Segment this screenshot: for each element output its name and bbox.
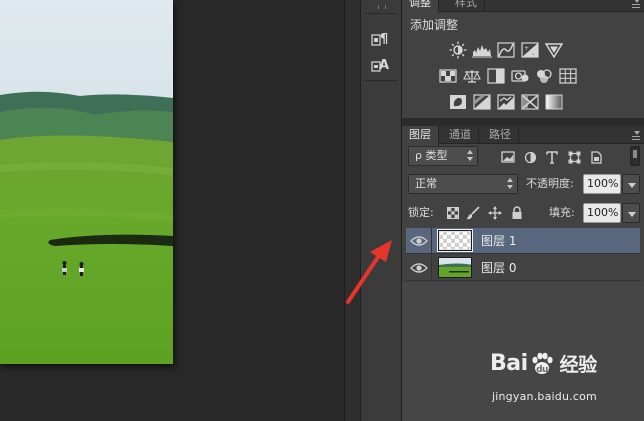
lock-all-icon[interactable] — [510, 206, 524, 220]
landscape-photo — [0, 0, 173, 364]
gradient-map-icon[interactable] — [544, 92, 564, 112]
svg-text:A: A — [379, 58, 389, 73]
fill-dropdown-button[interactable] — [622, 203, 640, 223]
fill-input[interactable]: 100% — [583, 203, 621, 223]
collapsed-panel-strip: ¶ A — [360, 0, 402, 421]
layer-row-layer-0[interactable]: 图层 0 — [406, 255, 640, 281]
opacity-input[interactable]: 100% — [583, 174, 621, 194]
opacity-label: 不透明度: — [526, 177, 574, 190]
levels-icon[interactable] — [472, 40, 492, 60]
layers-panel-menu-icon[interactable] — [628, 130, 640, 140]
filter-toggle-switch[interactable] — [630, 146, 640, 166]
panel-divider — [402, 118, 644, 126]
lock-transparent-pixels-icon[interactable] — [446, 206, 460, 220]
baidu-jingyan-watermark: Bai du 经验 jingyan.baidu.com — [490, 350, 642, 410]
paragraph-panel-icon[interactable]: ¶ — [369, 28, 393, 50]
selective-color-icon[interactable] — [520, 92, 540, 112]
strip-grip-handle[interactable] — [365, 3, 397, 14]
svg-text:du: du — [536, 365, 548, 375]
color-lookup-icon[interactable] — [558, 66, 578, 86]
lock-label: 锁定: — [408, 206, 434, 219]
visibility-eye-icon[interactable] — [410, 261, 428, 275]
tab-styles[interactable]: 样式 — [448, 0, 485, 12]
adjustment-icons-row-2 — [438, 66, 578, 86]
adjustment-icons-row-1: + - — [448, 40, 564, 60]
search-icon: ρ — [415, 149, 422, 162]
threshold-icon[interactable] — [496, 92, 516, 112]
invert-icon[interactable] — [448, 92, 468, 112]
fill-label: 填充: — [549, 206, 575, 219]
filter-kind-label: 类型 — [425, 149, 448, 162]
brightness-contrast-icon[interactable] — [448, 40, 468, 60]
tab-channels[interactable]: 通道 — [442, 126, 479, 144]
red-annotation-arrow-icon — [346, 240, 392, 304]
opacity-dropdown-button[interactable] — [622, 174, 640, 194]
blend-opacity-row: 正常 不透明度: 100% — [406, 174, 640, 196]
visibility-eye-icon[interactable] — [410, 234, 428, 248]
layer-filter-row: ρ 类型 — [406, 146, 640, 168]
pixel-layer-filter-icon[interactable] — [500, 149, 516, 165]
logo-text-bai: Bai — [490, 351, 528, 376]
updown-arrows-icon — [507, 178, 513, 190]
hue-saturation-icon[interactable] — [438, 66, 458, 86]
photo-filter-icon[interactable] — [510, 66, 530, 86]
blend-mode-value: 正常 — [415, 177, 437, 190]
layer-thumbnail-landscape — [438, 257, 472, 278]
svg-text:-: - — [532, 51, 534, 58]
strip-divider — [365, 80, 397, 81]
posterize-icon[interactable] — [472, 92, 492, 112]
layer-thumbnail-transparent — [437, 229, 473, 252]
layer-row-layer-1[interactable]: 图层 1 — [406, 228, 640, 254]
adjustment-layer-filter-icon[interactable] — [522, 149, 538, 165]
color-balance-icon[interactable] — [462, 66, 482, 86]
lock-position-icon[interactable] — [488, 206, 502, 220]
updown-arrows-icon — [467, 150, 473, 162]
exposure-icon[interactable]: + - — [520, 40, 540, 60]
canvas-scroll-gutter — [344, 0, 360, 421]
baidu-logo: Bai du 经验 — [490, 350, 597, 377]
svg-text:+: + — [524, 45, 529, 52]
row-divider — [431, 255, 432, 281]
shape-layer-filter-icon[interactable] — [566, 149, 582, 165]
channel-mixer-icon[interactable] — [534, 66, 554, 86]
curves-icon[interactable] — [496, 40, 516, 60]
tab-layers[interactable]: 图层 — [402, 126, 439, 145]
adjustments-tabbar: 调整 样式 — [402, 0, 644, 13]
watermark-url: jingyan.baidu.com — [492, 390, 597, 403]
filter-kind-select[interactable]: ρ 类型 — [408, 146, 478, 166]
layers-tabbar: 图层 通道 路径 — [402, 126, 644, 145]
character-panel-icon[interactable]: A — [369, 54, 393, 76]
adjustments-panel-menu-icon[interactable] — [628, 0, 640, 8]
black-white-icon[interactable] — [486, 66, 506, 86]
baidu-paw-icon: du — [532, 352, 553, 375]
layer-name[interactable]: 图层 0 — [481, 255, 516, 281]
lock-fill-row: 锁定: 填充: 100% — [406, 203, 640, 225]
smart-object-filter-icon[interactable] — [588, 149, 604, 165]
adjustment-icons-row-3 — [448, 92, 564, 112]
lock-image-pixels-icon[interactable] — [466, 206, 480, 220]
tab-adjustments[interactable]: 调整 — [402, 0, 439, 13]
tab-paths[interactable]: 路径 — [482, 126, 519, 144]
blend-mode-select[interactable]: 正常 — [408, 174, 518, 194]
logo-text-jingyan: 经验 — [559, 354, 598, 376]
vibrance-icon[interactable] — [544, 40, 564, 60]
layer-name[interactable]: 图层 1 — [481, 228, 516, 254]
type-layer-filter-icon[interactable] — [544, 149, 560, 165]
document-canvas-area[interactable] — [0, 0, 344, 421]
add-adjustment-title: 添加调整 — [410, 18, 459, 32]
svg-text:¶: ¶ — [380, 32, 388, 47]
row-divider — [431, 228, 432, 254]
